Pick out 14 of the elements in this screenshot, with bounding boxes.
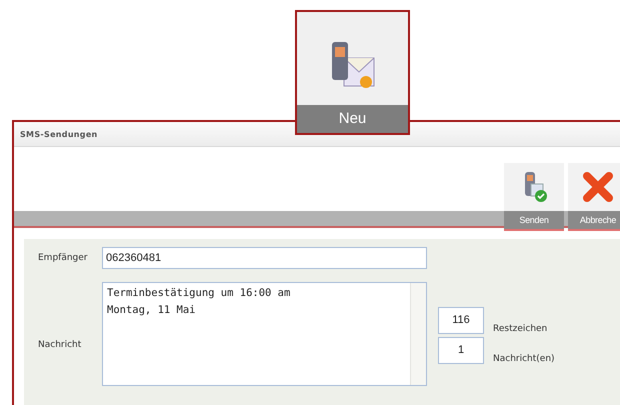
remaining-chars-label: Restzeichen xyxy=(493,324,548,334)
send-button[interactable]: Senden xyxy=(504,163,564,231)
remaining-chars-field: 116 xyxy=(438,306,484,334)
cancel-button[interactable]: Abbreche xyxy=(568,163,620,231)
scrollbar[interactable] xyxy=(410,283,426,385)
message-field[interactable]: Terminbestätigung um 16:00 am Montag, 11 Mai xyxy=(102,282,427,386)
close-icon xyxy=(581,170,615,204)
recipient-field[interactable]: 062360481 xyxy=(102,247,427,269)
message-count-label: Nachricht(en) xyxy=(493,354,555,364)
recipient-label: Empfänger xyxy=(38,253,89,263)
window-title: SMS-Sendungen xyxy=(20,130,98,138)
message-label: Nachricht xyxy=(38,340,82,350)
new-message-button[interactable]: Neu xyxy=(295,10,410,135)
message-count-field: 1 xyxy=(438,336,484,364)
